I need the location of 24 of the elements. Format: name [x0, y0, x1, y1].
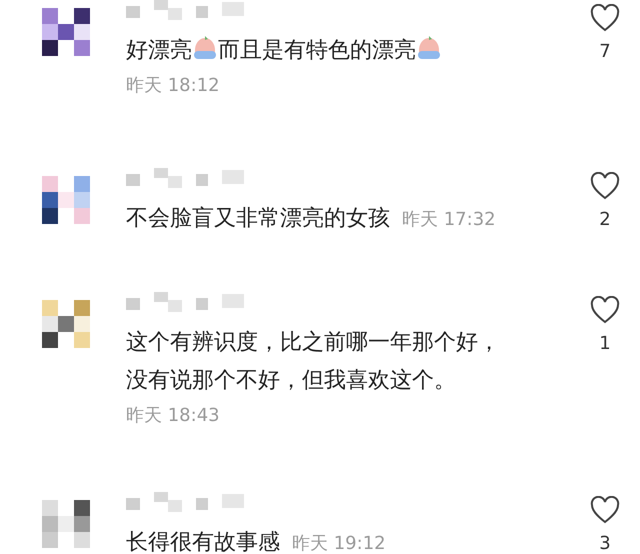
pixelated-avatar-icon	[42, 300, 90, 348]
heart-icon[interactable]	[590, 296, 620, 324]
pixelated-avatar-icon	[42, 500, 90, 548]
comment-text: 长得很有故事感	[126, 530, 280, 554]
comment-text: 好漂亮	[126, 38, 192, 63]
pixelated-avatar-icon	[42, 8, 90, 56]
comment-text: 没有说那个不好，但我喜欢这个。	[126, 368, 456, 393]
like-count: 3	[599, 532, 611, 554]
emoji-icon	[416, 35, 442, 61]
like-count: 1	[599, 332, 611, 356]
emoji-icon	[192, 35, 218, 61]
pixelated-avatar-icon	[42, 176, 90, 224]
heart-icon[interactable]	[590, 4, 620, 32]
comment-text: 不会脸盲又非常漂亮的女孩	[126, 206, 390, 231]
comment-time: 昨天 18:12	[126, 75, 220, 96]
like-count: 2	[599, 208, 611, 232]
heart-icon[interactable]	[590, 172, 620, 200]
heart-icon[interactable]	[590, 496, 620, 524]
comment-text: 而且是有特色的漂亮	[218, 38, 416, 63]
like-count: 7	[599, 40, 611, 64]
comment-time: 昨天 18:43	[126, 405, 220, 426]
comment-time: 昨天 19:12	[292, 532, 386, 554]
comment-time: 昨天 17:32	[402, 208, 496, 232]
comment-text: 这个有辨识度，比之前哪一年那个好，	[126, 330, 500, 355]
